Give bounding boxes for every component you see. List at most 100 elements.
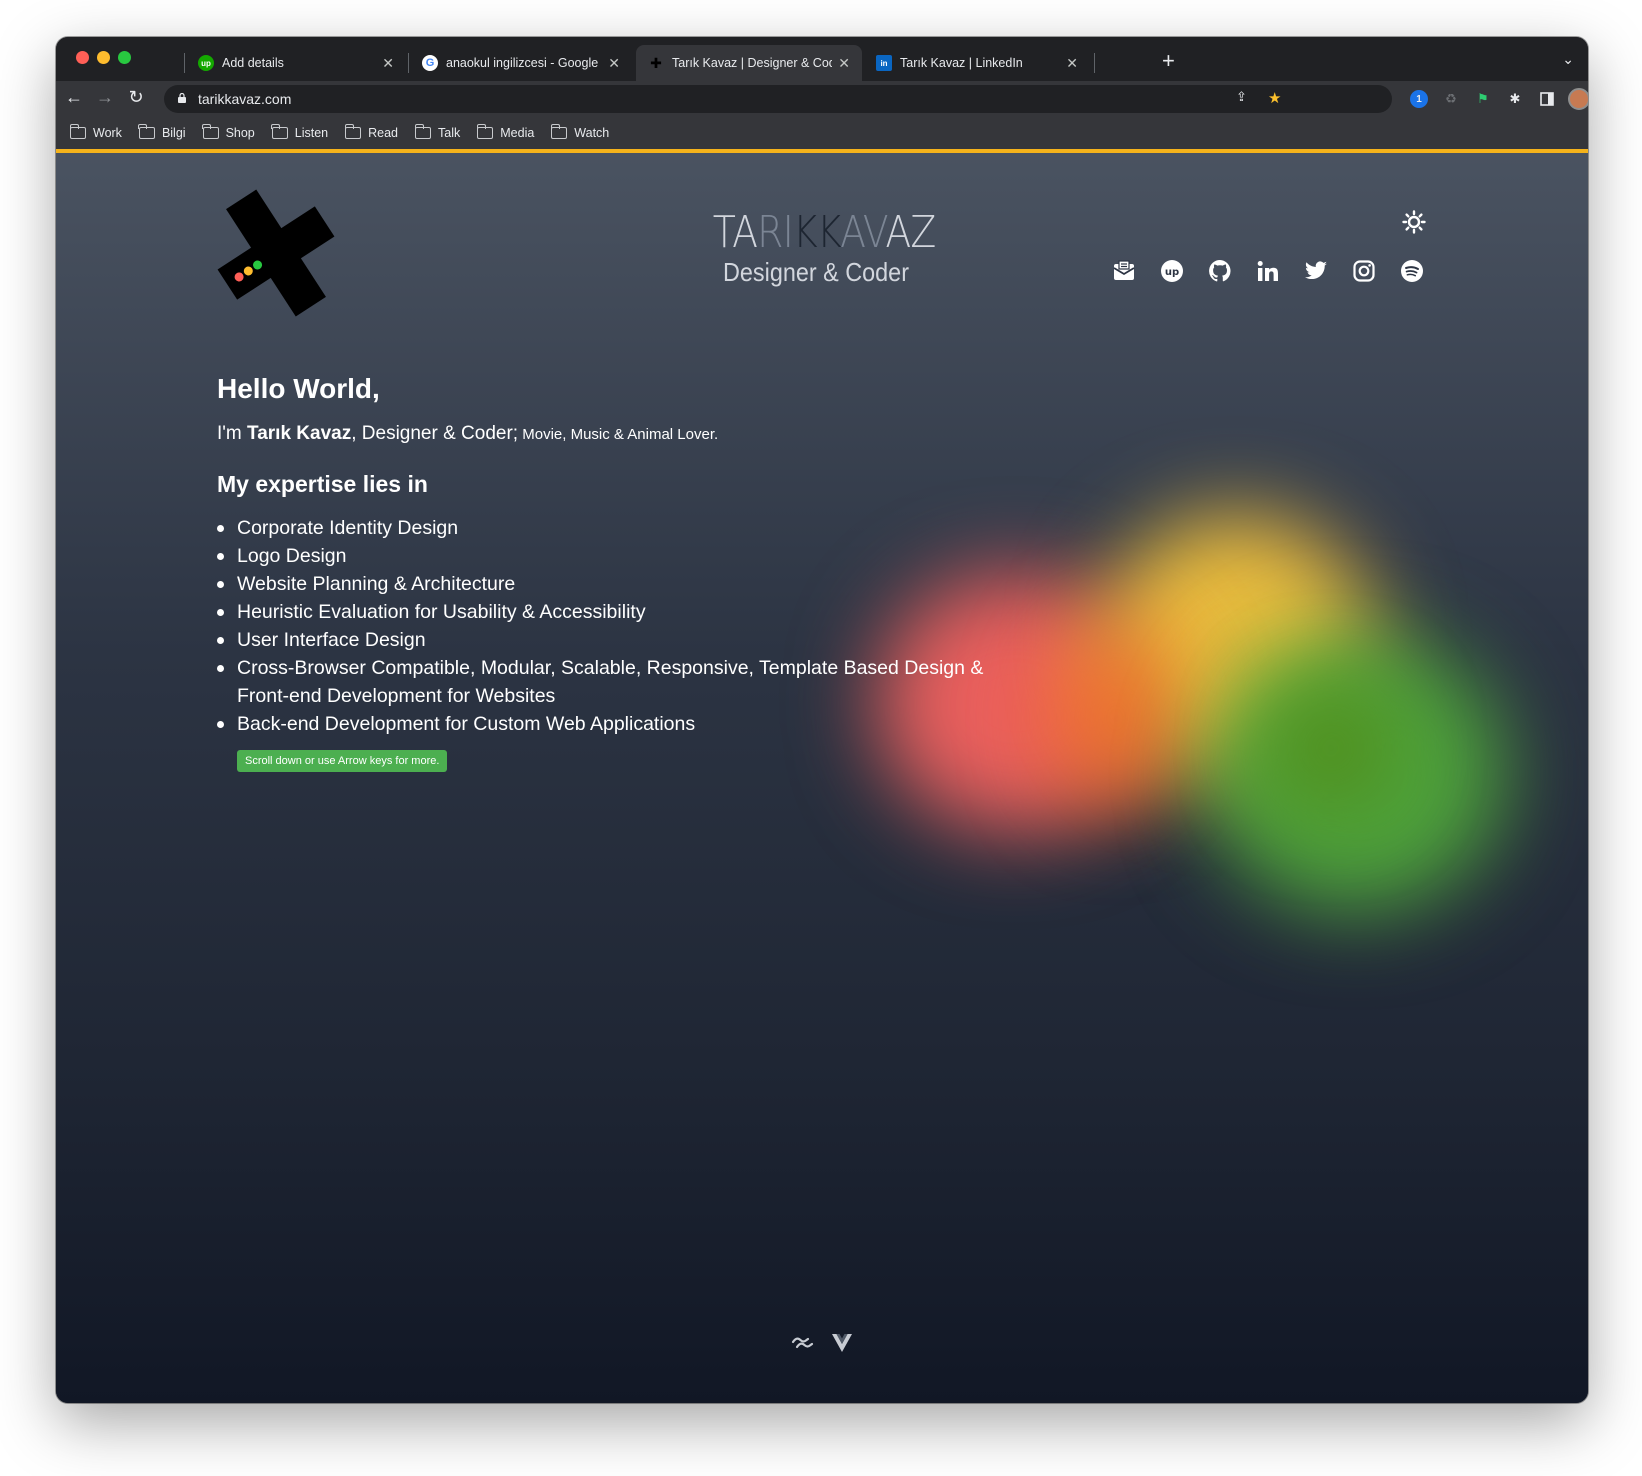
folder-icon	[69, 124, 86, 139]
folder-icon	[476, 124, 494, 139]
footer-tech-icons	[791, 1333, 853, 1353]
tk-logo-icon: ✚	[650, 54, 662, 71]
bookmark-label: Shop	[225, 126, 255, 140]
tab-tarik-kavaz[interactable]: ✚ Tarık Kavaz | Designer & Coder ✕	[636, 45, 862, 81]
bookmark-shop[interactable]: Shop	[202, 124, 255, 140]
brand-name: TARIKKAVAZ	[713, 207, 937, 258]
close-tab-icon[interactable]: ✕	[838, 55, 850, 72]
tab-search-chevron-icon[interactable]: ⌄	[1562, 51, 1574, 68]
extension-brush-icon[interactable]: ⚑	[1474, 90, 1492, 108]
folder-icon	[271, 124, 288, 139]
recycle-icon[interactable]: ♻	[1442, 90, 1460, 108]
tab-label: anaokul ingilizcesi - Google Se	[446, 56, 603, 70]
linkedin-icon: in	[876, 55, 892, 71]
bookmark-label: Work	[93, 126, 122, 140]
expertise-list: Corporate Identity Design Logo Design We…	[217, 514, 1037, 738]
tab-linkedin[interactable]: in Tarık Kavaz | LinkedIn ✕	[864, 45, 1090, 81]
intro-name: Tarık Kavaz	[247, 423, 352, 444]
bookmark-star-icon[interactable]: ★	[1268, 89, 1281, 107]
folder-icon	[344, 124, 362, 139]
intro-text: I'm Tarık Kavaz, Designer & Coder; Movie…	[217, 423, 1037, 445]
folder-icon	[414, 124, 432, 139]
greeting-heading: Hello World,	[217, 373, 380, 404]
bookmark-label: Watch	[574, 126, 610, 140]
bookmark-label: Read	[368, 126, 399, 140]
bookmark-read[interactable]: Read	[344, 124, 399, 140]
bookmark-talk[interactable]: Talk	[414, 124, 461, 140]
mail-icon[interactable]	[1111, 258, 1137, 284]
folder-icon	[138, 124, 155, 139]
tab-add-details[interactable]: up Add details ✕	[186, 45, 406, 81]
decorative-blob-dark-green	[1266, 683, 1396, 813]
profile-avatar[interactable]	[1568, 88, 1588, 110]
bookmark-watch[interactable]: Watch	[550, 124, 610, 140]
bookmark-listen[interactable]: Listen	[271, 124, 329, 140]
brand-name-part: RI	[757, 207, 794, 258]
bookmark-label: Bilgi	[161, 126, 186, 140]
vue-icon[interactable]	[831, 1333, 853, 1353]
url-text: tarikkavaz.com	[198, 91, 292, 107]
new-tab-button[interactable]: +	[1162, 49, 1175, 73]
brand-tagline: Designer & Coder	[723, 257, 909, 287]
linkedin-icon[interactable]	[1255, 258, 1281, 284]
forward-button[interactable]: →	[93, 87, 117, 108]
close-tab-icon[interactable]: ✕	[608, 55, 620, 72]
bookmarks-bar: Work Bilgi Shop Listen Read Talk Media W…	[56, 117, 1588, 149]
minimize-window-button[interactable]	[97, 51, 110, 64]
reload-button[interactable]: ↻	[124, 87, 148, 108]
tab-label: Add details	[222, 56, 284, 70]
bookmark-bilgi[interactable]: Bilgi	[138, 124, 186, 140]
lock-icon	[178, 93, 186, 103]
list-item: Back-end Development for Custom Web Appl…	[217, 710, 1037, 738]
maximize-window-button[interactable]	[118, 51, 131, 64]
list-item: Heuristic Evaluation for Usability & Acc…	[217, 598, 1037, 626]
folder-icon	[550, 124, 568, 139]
back-button[interactable]: ←	[62, 87, 86, 108]
folder-icon	[202, 124, 219, 139]
list-item: Corporate Identity Design	[217, 514, 1037, 542]
theme-toggle-sun-icon[interactable]	[1402, 210, 1426, 234]
google-icon: G	[422, 55, 438, 71]
bookmark-label: Listen	[294, 126, 329, 140]
share-icon[interactable]: ⇪	[1236, 89, 1247, 105]
tab-strip: up Add details ✕ G anaokul ingilizcesi -…	[56, 37, 1588, 81]
spotify-icon[interactable]	[1399, 258, 1425, 284]
intro-section: Hello World, I'm Tarık Kavaz, Designer &…	[217, 373, 1037, 772]
brand-wordmark[interactable]: TARIKKAVAZ Designer & Coder	[696, 207, 937, 288]
list-item: Website Planning & Architecture	[217, 570, 1037, 598]
tab-label: Tarık Kavaz | LinkedIn	[900, 56, 1023, 70]
bookmark-label: Talk	[438, 126, 461, 140]
close-tab-icon[interactable]: ✕	[1066, 55, 1078, 72]
intro-role: , Designer & Coder;	[351, 423, 519, 444]
bookmark-media[interactable]: Media	[476, 124, 534, 140]
brand-name-part: AZ	[885, 207, 936, 258]
browser-window: up Add details ✕ G anaokul ingilizcesi -…	[56, 37, 1588, 1403]
list-item: User Interface Design	[217, 626, 1037, 654]
tab-google-search[interactable]: G anaokul ingilizcesi - Google Se ✕	[410, 45, 632, 81]
intro-prefix: I'm	[217, 423, 248, 444]
twitter-icon[interactable]	[1303, 258, 1329, 284]
svg-text:up: up	[1165, 267, 1179, 278]
expertise-heading: My expertise lies in	[217, 471, 428, 497]
instagram-icon[interactable]	[1351, 258, 1377, 284]
side-panel-icon[interactable]	[1538, 90, 1556, 108]
toolbar: ← → ↻ tarikkavaz.com ⇪ ★ 1 ♻ ⚑ ✱ ⋮	[56, 81, 1588, 117]
upwork-icon: up	[198, 55, 214, 71]
web-page: TARIKKAVAZ Designer & Coder up Hello Wor…	[56, 153, 1588, 1403]
site-logo[interactable]	[206, 183, 346, 323]
upwork-icon[interactable]: up	[1159, 258, 1185, 284]
list-item: Cross-Browser Compatible, Modular, Scala…	[217, 654, 1037, 710]
close-window-button[interactable]	[76, 51, 89, 64]
bookmark-work[interactable]: Work	[69, 124, 122, 140]
tailwind-icon[interactable]	[791, 1333, 815, 1353]
address-bar[interactable]: tarikkavaz.com ⇪ ★	[164, 85, 1392, 113]
github-icon[interactable]	[1207, 258, 1233, 284]
intro-tail: Movie, Music & Animal Lover.	[518, 426, 719, 443]
1password-icon[interactable]: 1	[1410, 90, 1428, 108]
scroll-hint-badge: Scroll down or use Arrow keys for more.	[237, 750, 448, 772]
extensions-puzzle-icon[interactable]: ✱	[1506, 90, 1524, 108]
tab-separator	[408, 53, 409, 73]
decorative-blob-orange	[1046, 623, 1186, 813]
close-tab-icon[interactable]: ✕	[382, 55, 394, 72]
tab-separator	[1094, 53, 1095, 73]
